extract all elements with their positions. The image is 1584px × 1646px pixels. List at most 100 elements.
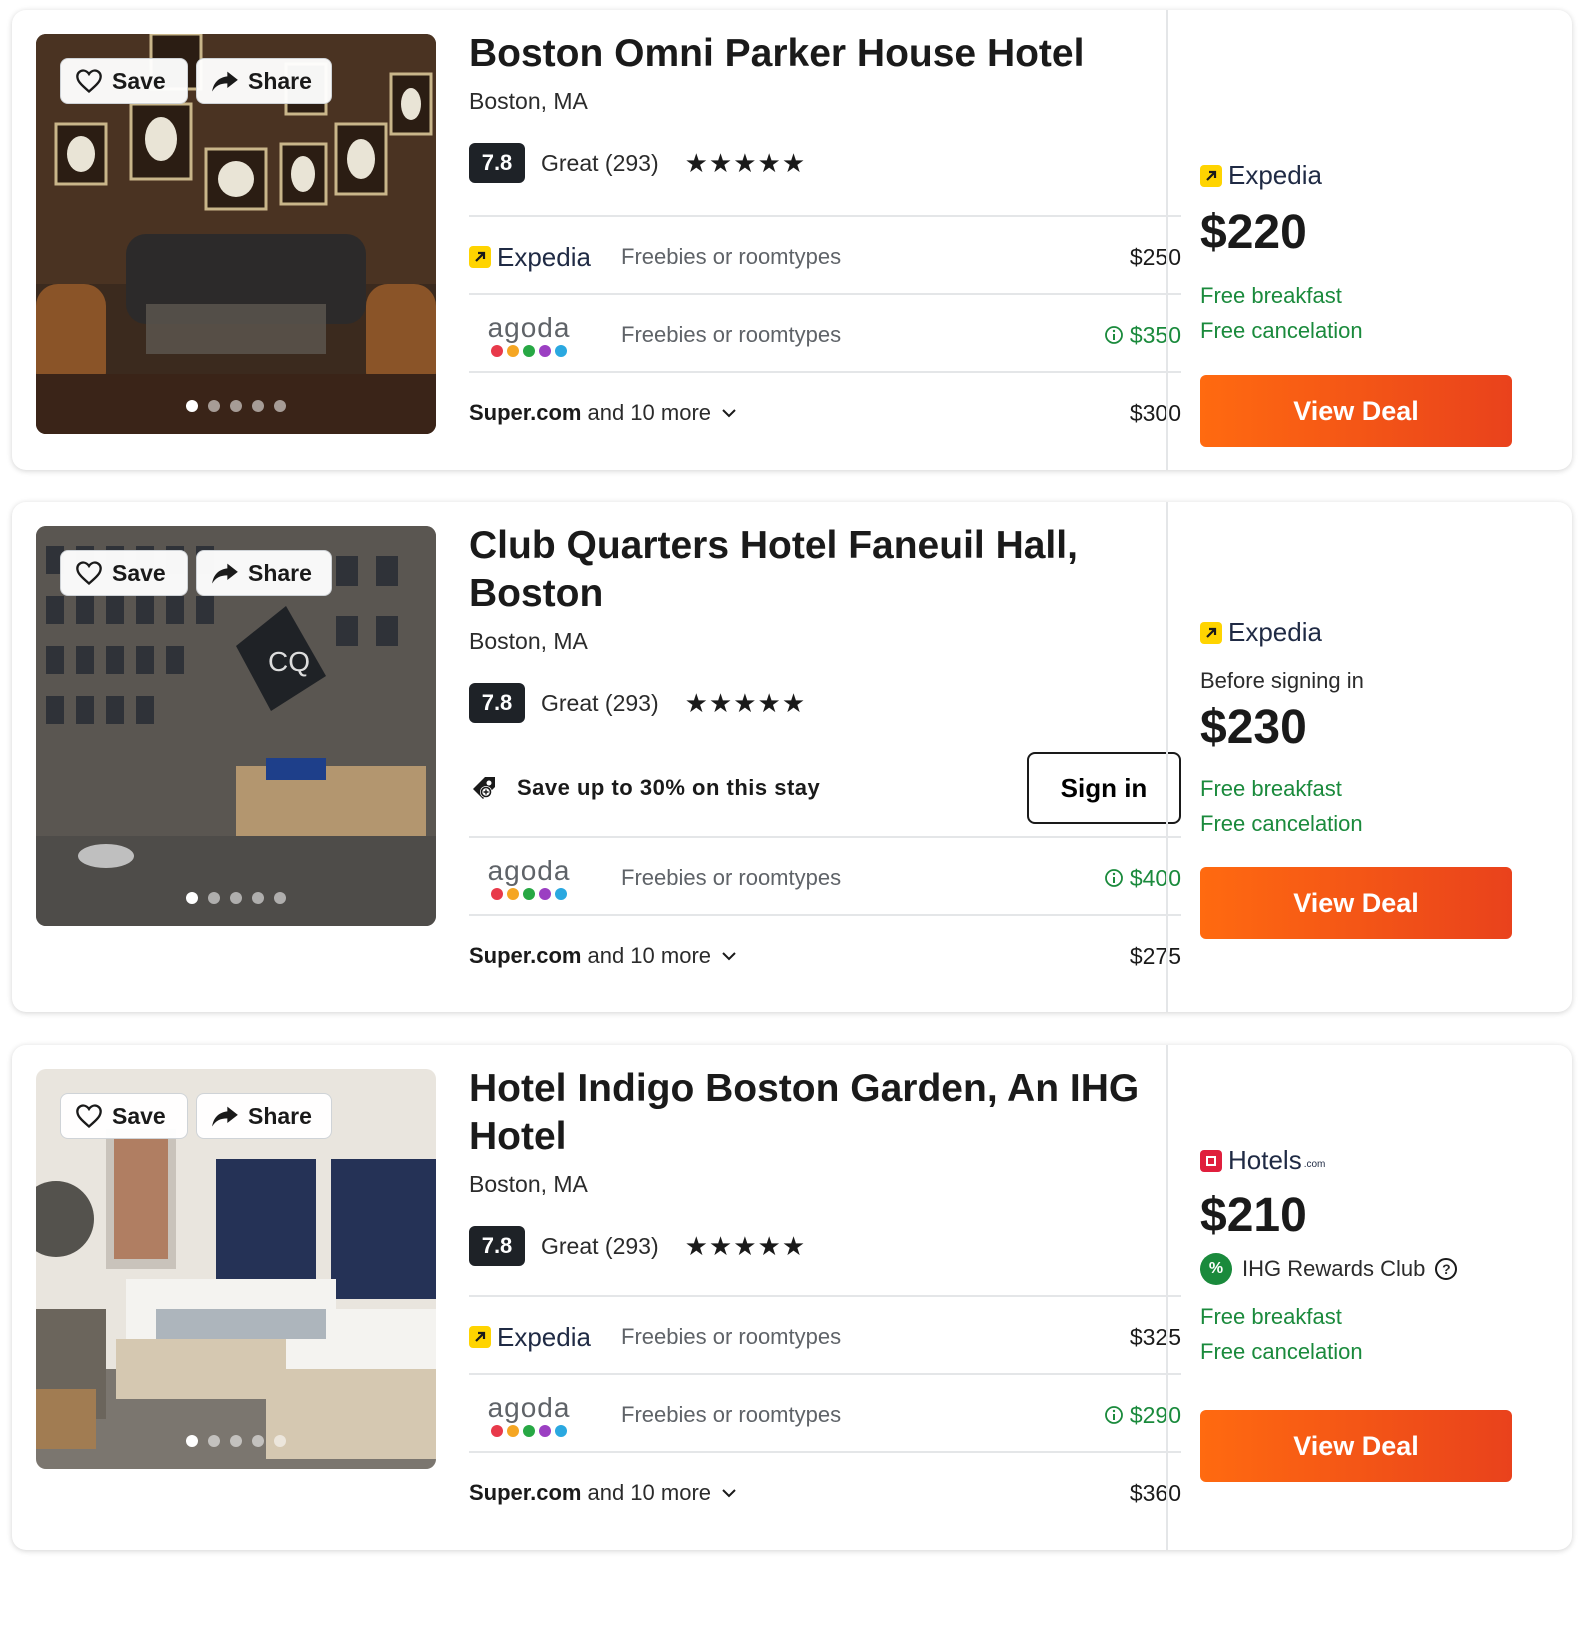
carousel-dot[interactable] bbox=[186, 892, 198, 904]
carousel-dot[interactable] bbox=[274, 892, 286, 904]
member-promo: Save up to 30% on this stay Sign in bbox=[469, 752, 1181, 824]
share-button[interactable]: Share bbox=[196, 1093, 332, 1139]
more-price: $300 bbox=[1129, 399, 1181, 426]
heart-icon bbox=[76, 561, 102, 586]
chevron-down-icon bbox=[722, 952, 736, 961]
carousel-dot[interactable] bbox=[230, 892, 242, 904]
hotel-location: Boston, MA bbox=[469, 88, 588, 114]
view-deal-button[interactable]: View Deal bbox=[1200, 375, 1512, 447]
share-arrow-icon bbox=[212, 1106, 238, 1127]
hotel-photo[interactable]: CQ Save Share bbox=[36, 526, 436, 926]
review-label[interactable]: Great (293) bbox=[541, 690, 659, 717]
review-label[interactable]: Great (293) bbox=[541, 150, 659, 177]
hotel-location: Boston, MA bbox=[469, 1171, 588, 1197]
sign-in-button[interactable]: Sign in bbox=[1027, 752, 1181, 824]
review-score: 7.8 bbox=[469, 1226, 525, 1266]
save-label: Save bbox=[112, 67, 166, 94]
offer-price[interactable]: $400 bbox=[1104, 865, 1181, 892]
save-button[interactable]: Save bbox=[60, 58, 188, 104]
offer-row-agoda[interactable]: agoda Freebies or roomtypes $290 bbox=[469, 1373, 1181, 1455]
share-button[interactable]: Share bbox=[196, 58, 332, 104]
percent-badge-icon: % bbox=[1200, 1253, 1232, 1285]
hotel-info: Club Quarters Hotel Faneuil Hall, Boston… bbox=[469, 522, 1181, 723]
perk-free-cancelation: Free cancelation bbox=[1200, 1339, 1363, 1364]
expedia-logo: Expedia bbox=[469, 1322, 591, 1353]
carousel-dot[interactable] bbox=[186, 400, 198, 412]
expedia-logo: Expedia bbox=[1200, 617, 1530, 648]
before-signing-note: Before signing in bbox=[1200, 668, 1364, 693]
offer-row-agoda[interactable]: agoda Freebies or roomtypes $400 bbox=[469, 836, 1181, 918]
help-icon[interactable]: ? bbox=[1435, 1258, 1458, 1280]
hotel-name[interactable]: Hotel Indigo Boston Garden, An IHG Hotel bbox=[469, 1065, 1181, 1161]
best-price: $220 bbox=[1200, 206, 1307, 259]
more-price: $275 bbox=[1129, 942, 1181, 969]
offer-price[interactable]: $325 bbox=[1130, 1324, 1181, 1351]
photo-carousel-dots bbox=[36, 892, 436, 904]
carousel-dot[interactable] bbox=[208, 400, 220, 412]
save-button[interactable]: Save bbox=[60, 1093, 188, 1139]
more-providers-row[interactable]: Super.com and 10 more $300 bbox=[469, 371, 1181, 453]
info-icon bbox=[1104, 1406, 1123, 1424]
save-button[interactable]: Save bbox=[60, 550, 188, 596]
promo-text: Save up to 30% on this stay bbox=[517, 775, 821, 800]
offer-price[interactable]: $350 bbox=[1104, 322, 1181, 349]
offer-row-expedia[interactable]: Expedia Freebies or roomtypes $325 bbox=[469, 1295, 1181, 1377]
offer-price[interactable]: $290 bbox=[1104, 1402, 1181, 1429]
offer-row-agoda[interactable]: agoda Freebies or roomtypes $350 bbox=[469, 293, 1181, 375]
rating-row: 7.8 Great (293) ★★★★★ bbox=[469, 1226, 1181, 1266]
svg-text:CQ: CQ bbox=[268, 646, 310, 677]
expedia-logo: Expedia bbox=[469, 242, 591, 273]
carousel-dot[interactable] bbox=[252, 892, 264, 904]
carousel-dot[interactable] bbox=[208, 892, 220, 904]
heart-icon bbox=[76, 69, 102, 94]
rewards-program: % IHG Rewards Club ? bbox=[1200, 1253, 1530, 1285]
review-score: 7.8 bbox=[469, 683, 525, 723]
carousel-dot[interactable] bbox=[208, 1435, 220, 1447]
hotel-card: Save Share Boston Omni Parker House Hote… bbox=[12, 10, 1572, 470]
hotel-name[interactable]: Boston Omni Parker House Hotel bbox=[469, 30, 1181, 78]
carousel-dot[interactable] bbox=[252, 400, 264, 412]
offer-row-expedia[interactable]: Expedia Freebies or roomtypes $250 bbox=[469, 215, 1181, 297]
more-providers-row[interactable]: Super.com and 10 more $360 bbox=[469, 1451, 1181, 1533]
best-price: $230 bbox=[1200, 701, 1307, 754]
carousel-dot[interactable] bbox=[274, 1435, 286, 1447]
save-label: Save bbox=[112, 1102, 166, 1129]
offer-price[interactable]: $250 bbox=[1130, 244, 1181, 271]
view-deal-button[interactable]: View Deal bbox=[1200, 1410, 1512, 1482]
best-price: $210 bbox=[1200, 1189, 1307, 1242]
hotel-photo[interactable]: Save Share bbox=[36, 1069, 436, 1469]
carousel-dot[interactable] bbox=[230, 400, 242, 412]
hotel-name[interactable]: Club Quarters Hotel Faneuil Hall, Boston bbox=[469, 522, 1181, 618]
chevron-down-icon bbox=[722, 409, 736, 418]
more-count: and 10 more bbox=[587, 1480, 712, 1505]
expedia-arrow-icon bbox=[469, 1326, 491, 1348]
expedia-logo: Expedia bbox=[1200, 160, 1530, 191]
expedia-arrow-icon bbox=[1200, 164, 1222, 187]
offer-description: Freebies or roomtypes bbox=[621, 322, 842, 347]
more-count: and 10 more bbox=[587, 943, 712, 968]
photo-carousel-dots bbox=[36, 1435, 436, 1447]
perk-free-breakfast: Free breakfast bbox=[1200, 283, 1342, 308]
hotel-photo[interactable]: Save Share bbox=[36, 34, 436, 434]
expedia-arrow-icon bbox=[1200, 621, 1222, 644]
carousel-dot[interactable] bbox=[274, 400, 286, 412]
best-deal-panel: Expedia Before signing in $230 Free brea… bbox=[1200, 617, 1530, 841]
hotels-com-logo: Hotels .com bbox=[1200, 1145, 1530, 1176]
share-button[interactable]: Share bbox=[196, 550, 332, 596]
rating-row: 7.8 Great (293) ★★★★★ bbox=[469, 143, 1181, 183]
carousel-dot[interactable] bbox=[252, 1435, 264, 1447]
best-deal-panel: Hotels .com $210 % IHG Rewards Club ? Fre… bbox=[1200, 1145, 1530, 1369]
carousel-dot[interactable] bbox=[230, 1435, 242, 1447]
offer-description: Freebies or roomtypes bbox=[621, 865, 842, 890]
chevron-down-icon bbox=[722, 1489, 736, 1498]
review-label[interactable]: Great (293) bbox=[541, 1233, 659, 1260]
carousel-dot[interactable] bbox=[186, 1435, 198, 1447]
agoda-logo: agoda bbox=[469, 1393, 589, 1437]
share-arrow-icon bbox=[212, 71, 238, 92]
card-divider bbox=[1166, 502, 1168, 1012]
share-label: Share bbox=[248, 1102, 312, 1129]
info-icon bbox=[1104, 869, 1123, 887]
more-providers-row[interactable]: Super.com and 10 more $275 bbox=[469, 914, 1181, 996]
card-divider bbox=[1166, 10, 1168, 470]
view-deal-button[interactable]: View Deal bbox=[1200, 867, 1512, 939]
